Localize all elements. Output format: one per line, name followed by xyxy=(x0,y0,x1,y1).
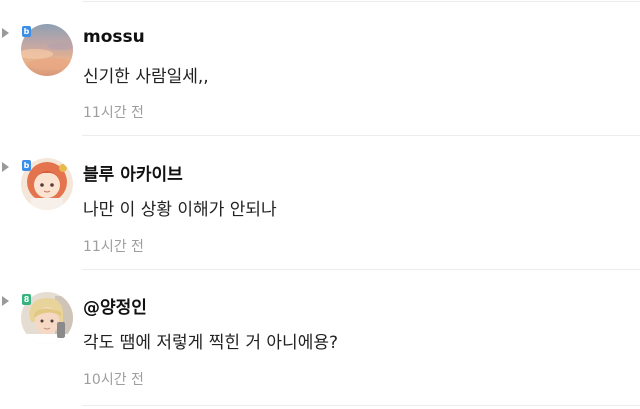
divider xyxy=(82,405,640,406)
reply-arrow-icon xyxy=(2,162,9,172)
timestamp: 10시간 전 xyxy=(83,372,144,388)
comment-item: b 블루 아카이브 나만 이 상황 이해가 안되나 11시간 전 xyxy=(0,135,640,269)
timestamp: 11시간 전 xyxy=(83,239,144,255)
reply-arrow-icon xyxy=(2,28,9,38)
username[interactable]: 블루 아카이브 xyxy=(83,160,183,185)
comment-list: b mossu 신기한 사람일세,, 11시간 전 b 블루 아카이브 나만 이… xyxy=(0,0,640,409)
username[interactable]: @양정인 xyxy=(83,293,147,318)
comment-text: 각도 땜에 저렇게 찍힌 거 아니에용? xyxy=(83,333,339,353)
comment-text: 신기한 사람일세,, xyxy=(83,67,209,87)
comment-text: 나만 이 상황 이해가 안되나 xyxy=(83,200,277,220)
comment-item: b mossu 신기한 사람일세,, 11시간 전 xyxy=(0,0,640,134)
reply-arrow-icon xyxy=(2,296,9,306)
channel-badge-icon: b xyxy=(22,160,31,171)
username[interactable]: mossu xyxy=(83,27,145,47)
channel-badge-icon: 8 xyxy=(22,294,31,305)
comment-item: 8 @양정인 각도 땜에 저렇게 찍힌 거 아니에용? 10시간 전 xyxy=(0,270,640,404)
channel-badge-icon: b xyxy=(22,26,31,37)
timestamp: 11시간 전 xyxy=(83,105,144,121)
